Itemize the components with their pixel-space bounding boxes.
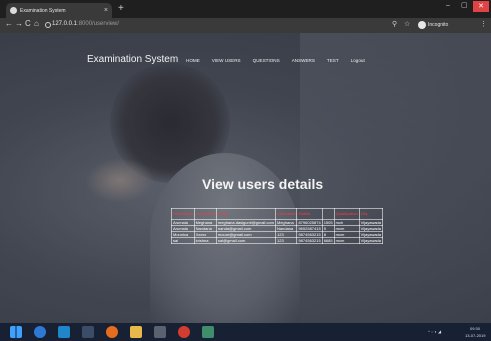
table-cell: 8796025874 (296, 219, 323, 226)
column-header: Mobile (296, 208, 323, 220)
task-view-icon[interactable] (82, 326, 94, 338)
url-path: :8000/userview/ (77, 21, 120, 27)
tab-close-icon[interactable]: × (104, 7, 108, 14)
favicon-icon (10, 7, 17, 14)
table-cell: mcm (333, 237, 360, 244)
nav-test[interactable]: TEST (327, 58, 339, 63)
nav-questions[interactable]: QUESTIONS (253, 58, 280, 63)
back-button[interactable]: ← (5, 20, 13, 28)
nav-answers[interactable]: ANSWERS (292, 58, 315, 63)
store-icon[interactable] (58, 326, 70, 338)
search-icon[interactable]: ⚲ (392, 21, 397, 28)
column-header: First Name (171, 208, 195, 220)
site-brand[interactable]: Examination System (87, 54, 178, 65)
table-cell: 9874563215 (296, 231, 323, 238)
address-bar: ← → C ⌂ 127.0.0.1:8000/userview/ ⚲ ☆ Inc… (0, 18, 491, 33)
table-cell: Vijayawada (358, 231, 384, 238)
column-header: Last Name (193, 208, 217, 220)
reload-button[interactable]: C (25, 20, 31, 28)
column-header: Email (215, 208, 277, 220)
system-tray-icons[interactable]: ^ ◌ ◐ ◢ (428, 329, 441, 334)
users-table: First Name Last Name Email Username Mobi… (171, 208, 384, 244)
table-cell: Vijayawada (358, 237, 384, 244)
page-content: Examination System HOME VIEW USERS QUEST… (0, 33, 491, 323)
table-cell: Vijayawada (358, 219, 384, 226)
new-tab-button[interactable]: + (118, 4, 124, 14)
bookmark-star-icon[interactable]: ☆ (404, 21, 410, 28)
url-host: 127.0.0.1 (52, 21, 78, 27)
edge-icon[interactable] (34, 326, 46, 338)
table-row: sai krishna sai@gmail.com 123 9874563215… (171, 237, 384, 244)
column-header: Qualification (333, 208, 360, 220)
windows-start-icon[interactable] (10, 326, 22, 338)
table-cell: sai (171, 237, 195, 244)
table-cell: Meghana (274, 219, 298, 226)
browser-tab[interactable]: Examination System × (6, 3, 112, 18)
nav-logout[interactable]: Logout (351, 58, 365, 63)
table-cell: 6685 (321, 237, 335, 244)
browser-tabstrip: Examination System × + – ▢ ✕ (0, 0, 491, 18)
column-header (321, 208, 335, 220)
home-button[interactable]: ⌂ (34, 20, 39, 28)
chrome-icon[interactable] (178, 326, 190, 338)
maximize-button[interactable]: ▢ (461, 2, 468, 9)
table-cell: 9874563215 (296, 237, 323, 244)
browser-menu-icon[interactable]: ⋮ (480, 21, 487, 28)
firefox-icon[interactable] (106, 326, 118, 338)
taskbar: ^ ◌ ◐ ◢ 09:30 13-07-2019 (0, 323, 491, 341)
nav-view-users[interactable]: VIEW USERS (212, 58, 241, 63)
app-icon[interactable] (154, 326, 166, 338)
column-header: Username (274, 208, 298, 220)
file-explorer-icon[interactable] (130, 326, 142, 338)
close-window-button[interactable]: ✕ (473, 1, 489, 12)
incognito-icon (418, 21, 426, 29)
table-cell: sai@gmail.com (215, 237, 277, 244)
nav-home[interactable]: HOME (186, 58, 200, 63)
page-title: View users details (202, 176, 324, 192)
table-cell: meghana.dasigunti@gmail.com (215, 219, 277, 226)
site-nav: HOME VIEW USERS QUESTIONS ANSWERS TEST L… (186, 58, 365, 63)
app-icon-2[interactable] (202, 326, 214, 338)
clock-time[interactable]: 09:30 (470, 326, 480, 331)
forward-button[interactable]: → (15, 20, 23, 28)
tab-title: Examination System (20, 7, 66, 14)
table-cell: 123 (274, 237, 298, 244)
site-info-icon[interactable] (45, 22, 51, 28)
table-cell: 9652587415 (296, 225, 323, 232)
table-cell: Vijayawada (358, 225, 384, 232)
table-cell: 1505 (321, 219, 335, 226)
clock-date[interactable]: 13-07-2019 (465, 333, 485, 338)
minimize-button[interactable]: – (446, 2, 450, 9)
column-header: City (358, 208, 384, 220)
table-cell: krishna (193, 237, 217, 244)
incognito-label: Incognito (428, 22, 449, 28)
incognito-indicator[interactable]: Incognito (418, 21, 448, 29)
url-field[interactable]: 127.0.0.1:8000/userview/ (52, 21, 119, 27)
table-header-row: First Name Last Name Email Username Mobi… (171, 208, 384, 220)
